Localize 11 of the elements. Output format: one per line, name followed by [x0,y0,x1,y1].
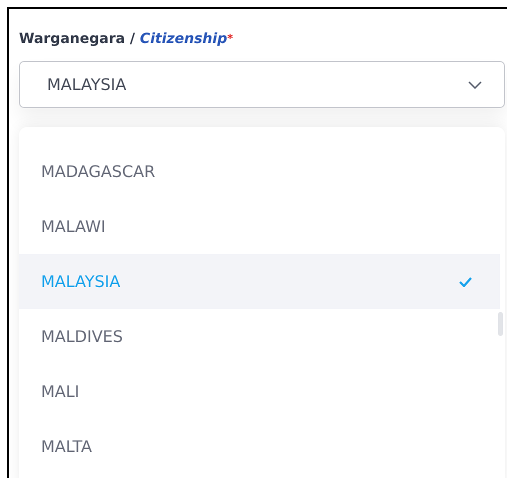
chevron-down-icon [468,80,482,88]
dropdown-option[interactable]: MALTA [19,419,500,474]
scrollbar-thumb[interactable] [498,312,503,336]
dropdown-option[interactable]: MALI [19,364,500,419]
citizenship-select[interactable]: MALAYSIA [19,61,505,108]
dropdown-option[interactable]: MADAGASCAR [19,144,500,199]
dropdown-option[interactable]: MALAYSIA [19,254,500,309]
field-label: Warganegara / Citizenship* [19,30,233,49]
dropdown-option[interactable]: MALAWI [19,199,500,254]
checkmark-icon [459,276,472,286]
dropdown-option[interactable]: MALDIVES [19,309,500,364]
